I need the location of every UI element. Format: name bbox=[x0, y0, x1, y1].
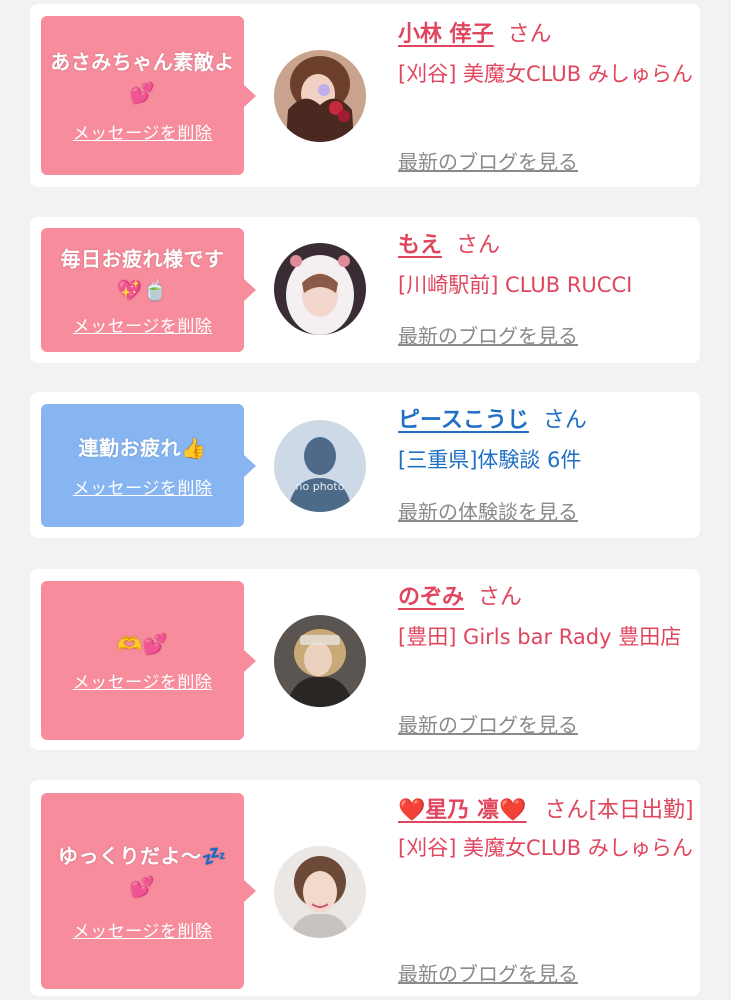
message-bubble: 🫶💕 メッセージを削除 bbox=[41, 581, 256, 740]
delete-message-link[interactable]: メッセージを削除 bbox=[73, 119, 213, 144]
honorific: さん[本日出勤] bbox=[544, 798, 694, 823]
honorific: さん bbox=[507, 22, 552, 47]
user-info: ❤️星乃 凛❤️ さん[本日出勤] [刈谷] 美魔女CLUB みしゅらん bbox=[398, 794, 710, 866]
avatar[interactable] bbox=[274, 615, 366, 707]
user-name-link[interactable]: ❤️星乃 凛❤️ bbox=[398, 798, 526, 823]
shop-name: [刈谷] 美魔女CLUB みしゅらん bbox=[398, 62, 693, 86]
message-card: あさみちゃん素敵よ💕 メッセージを削除 小林 倖子 さん [刈谷] 美魔女CLUB… bbox=[30, 4, 700, 187]
user-name-link[interactable]: のぞみ bbox=[398, 585, 464, 610]
message-list: あさみちゃん素敵よ💕 メッセージを削除 小林 倖子 さん [刈谷] 美魔女CLUB… bbox=[0, 0, 731, 1000]
message-text: 🫶💕 bbox=[117, 631, 168, 656]
avatar[interactable] bbox=[274, 243, 366, 335]
avatar[interactable] bbox=[274, 50, 366, 142]
message-text: あさみちゃん素敵よ💕 bbox=[50, 50, 235, 105]
user-info: 小林 倖子 さん [刈谷] 美魔女CLUB みしゅらん bbox=[398, 18, 698, 92]
message-bubble: 連勤お疲れ👍 メッセージを削除 bbox=[41, 404, 256, 527]
honorific: さん bbox=[456, 233, 501, 258]
shop-name: [豊田] Girls bar Rady 豊田店 bbox=[398, 625, 682, 649]
avatar[interactable]: no photo bbox=[274, 420, 366, 512]
user-info: のぞみ さん [豊田] Girls bar Rady 豊田店 bbox=[398, 581, 698, 655]
user-info: もえ さん [川崎駅前] CLUB RUCCI bbox=[398, 229, 698, 303]
latest-blog-link[interactable]: 最新のブログを見る bbox=[398, 320, 578, 349]
shop-name: [刈谷] 美魔女CLUB みしゅらん bbox=[398, 836, 693, 860]
latest-review-link[interactable]: 最新の体験談を見る bbox=[398, 496, 578, 525]
delete-message-link[interactable]: メッセージを削除 bbox=[73, 668, 213, 693]
delete-message-link[interactable]: メッセージを削除 bbox=[73, 917, 213, 942]
no-photo-label: no photo bbox=[296, 480, 345, 493]
user-info: ピースこうじ さん [三重県]体験談 6件 bbox=[398, 404, 698, 478]
avatar[interactable] bbox=[274, 846, 366, 938]
user-name-link[interactable]: もえ bbox=[398, 233, 442, 258]
honorific: さん bbox=[478, 585, 523, 610]
user-name-link[interactable]: ピースこうじ bbox=[398, 408, 529, 433]
message-card: 毎日お疲れ様です💖🍵 メッセージを削除 もえ さん [川崎駅前] CLUB RUC… bbox=[30, 217, 700, 363]
honorific: さん bbox=[542, 408, 587, 433]
message-bubble: あさみちゃん素敵よ💕 メッセージを削除 bbox=[41, 16, 256, 175]
latest-blog-link[interactable]: 最新のブログを見る bbox=[398, 958, 578, 987]
latest-blog-link[interactable]: 最新のブログを見る bbox=[398, 146, 578, 175]
message-text: 連勤お疲れ👍 bbox=[78, 435, 207, 460]
review-count: [三重県]体験談 6件 bbox=[398, 448, 582, 472]
message-card: ゆっくりだよ〜💤💕 メッセージを削除 ❤️星乃 凛❤️ さん[本日出勤] [刈谷]… bbox=[30, 780, 700, 996]
message-card: 連勤お疲れ👍 メッセージを削除 no photo ピースこうじ さん [三重県]体… bbox=[30, 392, 700, 538]
delete-message-link[interactable]: メッセージを削除 bbox=[73, 474, 213, 499]
latest-blog-link[interactable]: 最新のブログを見る bbox=[398, 709, 578, 738]
message-bubble: 毎日お疲れ様です💖🍵 メッセージを削除 bbox=[41, 228, 256, 352]
message-text: ゆっくりだよ〜💤💕 bbox=[58, 843, 227, 899]
message-text: 毎日お疲れ様です💖🍵 bbox=[60, 246, 225, 302]
shop-name: [川崎駅前] CLUB RUCCI bbox=[398, 273, 633, 297]
message-bubble: ゆっくりだよ〜💤💕 メッセージを削除 bbox=[41, 793, 256, 989]
delete-message-link[interactable]: メッセージを削除 bbox=[73, 312, 213, 337]
user-name-link[interactable]: 小林 倖子 bbox=[398, 22, 494, 47]
message-card: 🫶💕 メッセージを削除 のぞみ さん [豊田] Girls bar Rady 豊田… bbox=[30, 569, 700, 750]
